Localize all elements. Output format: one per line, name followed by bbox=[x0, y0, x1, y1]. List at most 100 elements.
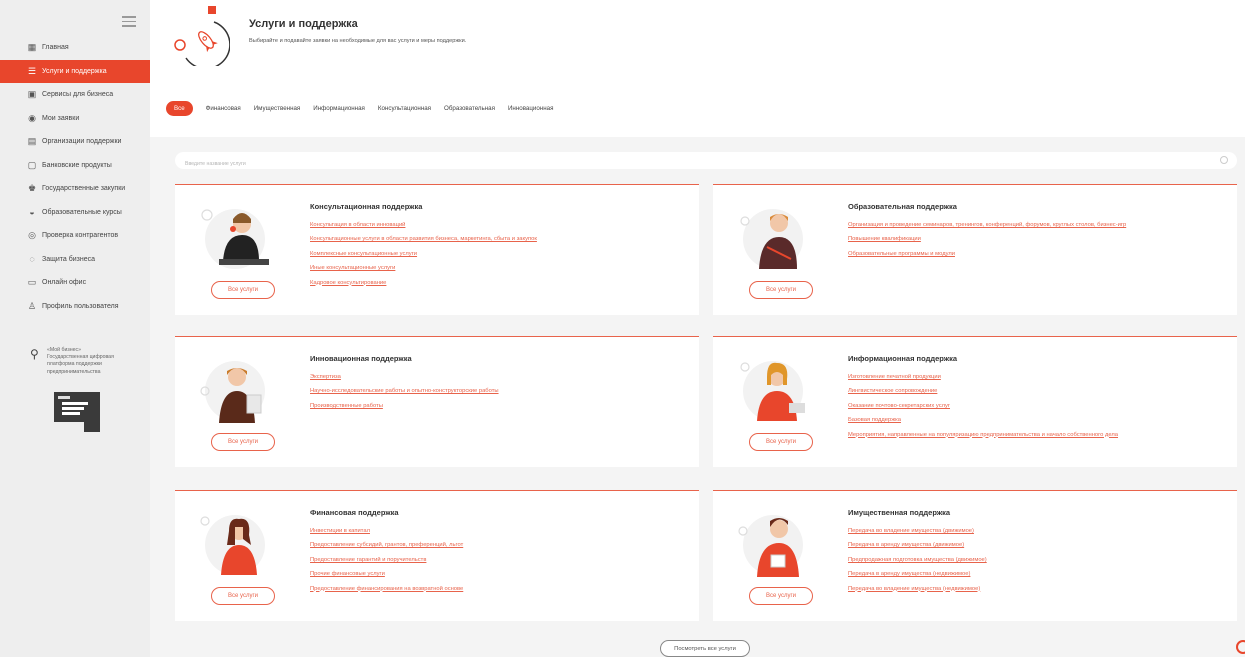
service-link[interactable]: Предоставление финансирования на возврат… bbox=[310, 584, 463, 598]
service-link[interactable]: Передача во владение имущества (движимое… bbox=[848, 526, 987, 540]
service-link[interactable]: Передача в аренду имущества (движимое) bbox=[848, 540, 987, 554]
sidebar-item-label: Защита бизнеса bbox=[42, 255, 96, 263]
sidebar-item-label: Государственные закупки bbox=[42, 185, 126, 193]
tab-educational[interactable]: Образовательная bbox=[444, 105, 495, 112]
all-services-button[interactable]: Все услуги bbox=[749, 587, 813, 605]
sidebar-item-bank-products[interactable]: ▢ Банковские продукты bbox=[0, 154, 150, 178]
card-title: Имущественная поддержка bbox=[848, 508, 951, 517]
service-link[interactable]: Повышение квалификации bbox=[848, 234, 1126, 248]
finance-woman-illustration bbox=[200, 515, 265, 575]
service-link[interactable]: Организация и проведение семинаров, трен… bbox=[848, 220, 1126, 234]
sidebar-item-profile[interactable]: ♙ Профиль пользователя bbox=[0, 295, 150, 319]
sidebar-item-business-services[interactable]: ▣ Сервисы для бизнеса bbox=[0, 83, 150, 107]
service-link[interactable]: Передача во владение имущества (недвижим… bbox=[848, 584, 987, 598]
card-title: Финансовая поддержка bbox=[310, 508, 399, 517]
sidebar-item-label: Профиль пользователя bbox=[42, 302, 119, 310]
sidebar-item-services[interactable]: ☰ Услуги и поддержка bbox=[0, 59, 150, 83]
shield-icon: ◌ bbox=[29, 254, 35, 265]
sidebar-item-label: Мои заявки bbox=[42, 114, 80, 122]
operator-illustration bbox=[740, 361, 805, 421]
platform-promo: ⚲ «Мой бизнес» Государственная цифровая … bbox=[30, 347, 140, 376]
all-services-button[interactable]: Все услуги bbox=[211, 587, 275, 605]
sidebar-item-organizations[interactable]: ▤ Организации поддержки bbox=[0, 130, 150, 154]
sidebar-item-online-office[interactable]: ▭ Онлайн офис bbox=[0, 271, 150, 295]
search-input[interactable] bbox=[175, 155, 1205, 173]
service-link[interactable]: Экспертиза bbox=[310, 372, 499, 386]
service-links: Консультация в области инноваций Консуль… bbox=[310, 220, 537, 292]
service-link[interactable]: Предпродажная подготовка имущества (движ… bbox=[848, 555, 987, 569]
service-links: Передача во владение имущества (движимое… bbox=[848, 526, 987, 598]
all-services-button[interactable]: Все услуги bbox=[749, 433, 813, 451]
location-pin-icon: ⚲ bbox=[30, 347, 39, 361]
all-services-button[interactable]: Все услуги bbox=[211, 433, 275, 451]
graduation-icon: ◒ bbox=[29, 207, 35, 218]
service-link[interactable]: Кадровое консультирование bbox=[310, 278, 537, 292]
teacher-illustration bbox=[740, 209, 803, 269]
promo-brand: «Мой бизнес» bbox=[47, 347, 81, 353]
menu-toggle-icon[interactable] bbox=[122, 16, 136, 27]
sidebar-item-label: Главная bbox=[42, 44, 69, 52]
card-title: Образовательная поддержка bbox=[848, 202, 957, 211]
service-link[interactable]: Мероприятия, направленные на популяризац… bbox=[848, 430, 1118, 444]
service-link[interactable]: Оказание почтово-секретарских услуг bbox=[848, 401, 1118, 415]
service-link[interactable]: Базовая поддержка bbox=[848, 415, 1118, 429]
page-title: Услуги и поддержка bbox=[249, 18, 358, 30]
sidebar-item-home[interactable]: ▦ Главная bbox=[0, 36, 150, 60]
show-all-services-button[interactable]: Посмотреть все услуги bbox=[660, 640, 750, 657]
service-link[interactable]: Изготовление печатной продукции bbox=[848, 372, 1118, 386]
consultant-illustration bbox=[201, 209, 269, 269]
service-links: Организация и проведение семинаров, трен… bbox=[848, 220, 1126, 263]
service-link[interactable]: Научно-исследовательские работы и опытно… bbox=[310, 386, 499, 400]
sidebar-item-my-requests[interactable]: ◉ Мои заявки bbox=[0, 107, 150, 131]
sidebar-item-label: Банковские продукты bbox=[42, 161, 112, 169]
sidebar-item-counterparty-check[interactable]: ◎ Проверка контрагентов bbox=[0, 224, 150, 248]
tab-property[interactable]: Имущественная bbox=[254, 105, 301, 112]
all-services-button[interactable]: Все услуги bbox=[211, 281, 275, 299]
service-card-consulting: Консультационная поддержка Консультация … bbox=[175, 184, 699, 315]
sidebar-item-label: Образовательные курсы bbox=[42, 208, 122, 216]
sidebar-item-label: Организации поддержки bbox=[42, 138, 122, 146]
building-icon: ▤ bbox=[27, 136, 37, 147]
service-link[interactable]: Предоставление субсидий, грантов, префер… bbox=[310, 540, 463, 554]
scientist-illustration bbox=[200, 361, 265, 423]
service-link[interactable]: Передача в аренду имущества (недвижимое) bbox=[848, 569, 987, 583]
emblem-icon: ♚ bbox=[27, 183, 37, 194]
tab-informational[interactable]: Информационная bbox=[313, 105, 365, 112]
chat-icon: ◉ bbox=[28, 112, 36, 123]
sidebar-item-label: Онлайн офис bbox=[42, 279, 87, 287]
tab-innovation[interactable]: Инновационная bbox=[508, 105, 553, 112]
service-link[interactable]: Прочие финансовые услуги bbox=[310, 569, 463, 583]
sidebar-item-business-protection[interactable]: ◌ Защита бизнеса bbox=[0, 248, 150, 272]
service-link[interactable]: Инвестиции в капитал bbox=[310, 526, 463, 540]
all-services-button[interactable]: Все услуги bbox=[749, 281, 813, 299]
sidebar-item-label: Услуги и поддержка bbox=[42, 67, 107, 75]
card-title: Консультационная поддержка bbox=[310, 202, 423, 211]
tab-financial[interactable]: Финансовая bbox=[206, 105, 241, 112]
service-link[interactable]: Комплексные консультационные услуги bbox=[310, 249, 537, 263]
briefcase-icon: ▣ bbox=[27, 89, 37, 100]
service-links: Инвестиции в капитал Предоставление субс… bbox=[310, 526, 463, 598]
chat-widget-icon[interactable] bbox=[1236, 640, 1245, 654]
monitor-icon: ▭ bbox=[27, 277, 37, 288]
service-card-educational: Образовательная поддержка Организация и … bbox=[713, 184, 1237, 315]
national-project-logo bbox=[54, 392, 100, 432]
property-man-illustration bbox=[738, 515, 803, 577]
service-link[interactable]: Производственные работы bbox=[310, 401, 499, 415]
service-link[interactable]: Лингвистическое сопровождение bbox=[848, 386, 1118, 400]
sidebar: ▦ Главная ☰ Услуги и поддержка ▣ Сервисы дл… bbox=[0, 0, 150, 657]
search-icon[interactable] bbox=[1220, 156, 1228, 164]
tab-all[interactable]: Все bbox=[166, 100, 193, 116]
promo-line: Государственная цифровая bbox=[47, 354, 114, 361]
service-link[interactable]: Образовательные программы и модули bbox=[848, 249, 1126, 263]
list-icon: ☰ bbox=[27, 65, 37, 76]
sidebar-item-courses[interactable]: ◒ Образовательные курсы bbox=[0, 201, 150, 225]
service-link[interactable]: Предоставление гарантий и поручительств bbox=[310, 555, 463, 569]
service-link[interactable]: Консультация в области инноваций bbox=[310, 220, 537, 234]
sidebar-item-procurement[interactable]: ♚ Государственные закупки bbox=[0, 177, 150, 201]
user-icon: ♙ bbox=[27, 300, 37, 311]
category-tabs: Все Финансовая Имущественная Информацион… bbox=[166, 99, 566, 117]
service-link[interactable]: Иные консультационные услуги bbox=[310, 263, 537, 277]
service-link[interactable]: Консультационные услуги в области развит… bbox=[310, 234, 537, 248]
check-icon: ◎ bbox=[28, 230, 36, 241]
tab-consulting[interactable]: Консультационная bbox=[378, 105, 431, 112]
